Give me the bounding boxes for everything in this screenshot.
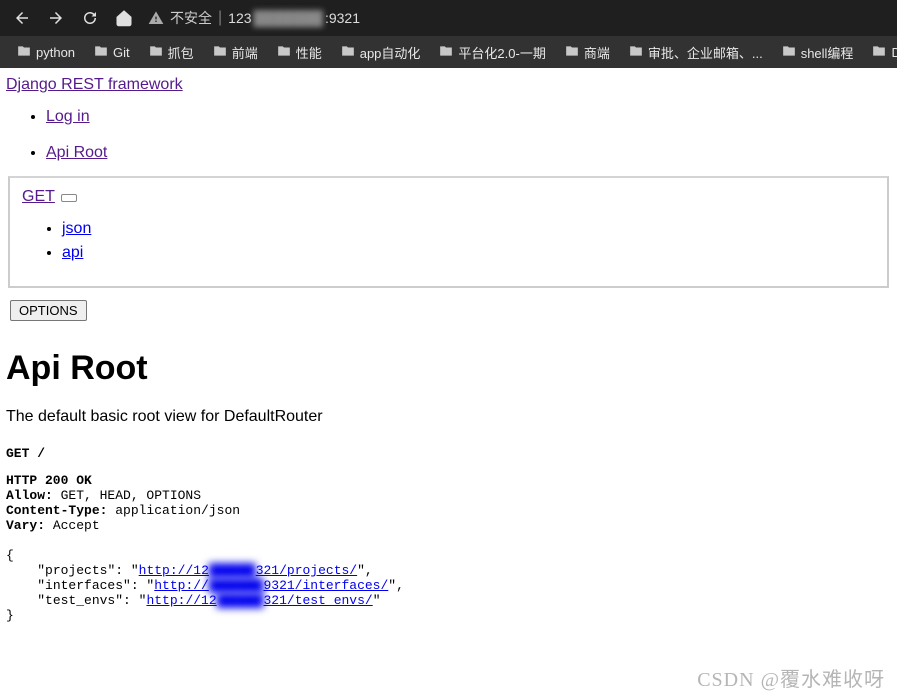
reload-icon bbox=[81, 9, 99, 27]
format-api-link[interactable]: api bbox=[62, 244, 83, 261]
bookmark-shenpi[interactable]: 审批、企业邮箱、... bbox=[620, 39, 771, 66]
reload-button[interactable] bbox=[76, 4, 104, 32]
folder-icon bbox=[340, 44, 356, 61]
bookmark-git[interactable]: Git bbox=[85, 40, 138, 65]
arrow-right-icon bbox=[47, 9, 65, 27]
response-headers: HTTP 200 OK Allow: GET, HEAD, OPTIONS Co… bbox=[6, 473, 891, 623]
home-icon bbox=[115, 9, 133, 27]
back-button[interactable] bbox=[8, 4, 36, 32]
bookmark-qianduan[interactable]: 前端 bbox=[204, 39, 266, 66]
bookmark-dj[interactable]: Dj bbox=[863, 40, 897, 65]
testenvs-link[interactable]: http://12██████321/test_envs/ bbox=[146, 593, 372, 608]
bookmark-python[interactable]: python bbox=[8, 40, 83, 65]
browser-chrome: 不安全 | 123███████:9321 python Git 抓包 前端 性… bbox=[0, 0, 897, 68]
request-line: GET / bbox=[6, 446, 891, 461]
folder-icon bbox=[628, 44, 644, 61]
folder-icon bbox=[148, 44, 164, 61]
options-button[interactable]: OPTIONS bbox=[10, 300, 87, 321]
projects-link[interactable]: http://12██████321/projects/ bbox=[139, 563, 357, 578]
page-description: The default basic root view for DefaultR… bbox=[6, 408, 891, 426]
separator: | bbox=[218, 9, 222, 27]
interfaces-link[interactable]: http://███████9321/interfaces/ bbox=[154, 578, 388, 593]
home-button[interactable] bbox=[110, 4, 138, 32]
url-text: 123███████:9321 bbox=[228, 10, 360, 26]
url-bar[interactable]: 不安全 | 123███████:9321 bbox=[144, 8, 889, 28]
folder-icon bbox=[781, 44, 797, 61]
nav-bar: 不安全 | 123███████:9321 bbox=[0, 0, 897, 36]
page-title: Api Root bbox=[6, 349, 891, 388]
dropdown-toggle-icon[interactable] bbox=[61, 194, 77, 202]
login-link[interactable]: Log in bbox=[46, 108, 90, 125]
folder-icon bbox=[276, 44, 292, 61]
format-json-link[interactable]: json bbox=[62, 220, 91, 237]
bookmark-app[interactable]: app自动化 bbox=[332, 39, 429, 66]
page-body: Django REST framework Log in Api Root GE… bbox=[0, 68, 897, 635]
forward-button[interactable] bbox=[42, 4, 70, 32]
get-link[interactable]: GET bbox=[22, 188, 55, 206]
brand-link[interactable]: Django REST framework bbox=[6, 76, 183, 93]
folder-icon bbox=[93, 44, 109, 61]
format-panel: GET json api bbox=[8, 176, 889, 288]
watermark: CSDN @覆水难收呀 bbox=[697, 663, 885, 692]
bookmark-xingneng[interactable]: 性能 bbox=[268, 39, 330, 66]
folder-icon bbox=[212, 44, 228, 61]
auth-list: Log in Api Root bbox=[6, 108, 891, 162]
bookmark-shangduan[interactable]: 商端 bbox=[556, 39, 618, 66]
bookmark-platform[interactable]: 平台化2.0-一期 bbox=[430, 39, 553, 66]
folder-icon bbox=[871, 44, 887, 61]
bookmark-shell[interactable]: shell编程 bbox=[773, 39, 862, 66]
bookmark-zhuabao[interactable]: 抓包 bbox=[140, 39, 202, 66]
arrow-left-icon bbox=[13, 9, 31, 27]
folder-icon bbox=[564, 44, 580, 61]
breadcrumb-link[interactable]: Api Root bbox=[46, 144, 107, 161]
security-label: 不安全 bbox=[170, 8, 212, 28]
format-list: json api bbox=[22, 220, 875, 262]
folder-icon bbox=[16, 44, 32, 61]
folder-icon bbox=[438, 44, 454, 61]
bookmark-bar: python Git 抓包 前端 性能 app自动化 平台化2.0-一期 商端 bbox=[0, 36, 897, 68]
warning-icon bbox=[148, 10, 164, 26]
